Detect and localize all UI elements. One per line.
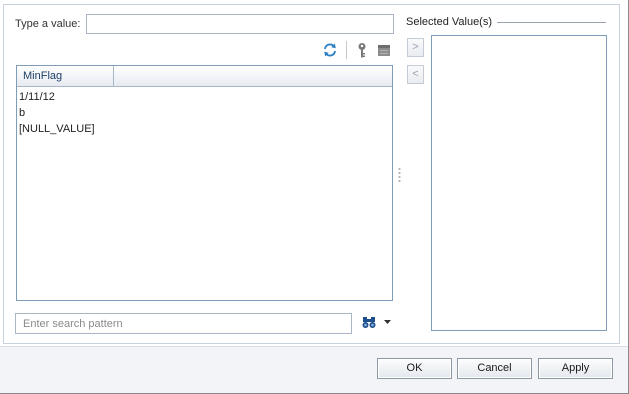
list-header: MinFlag (17, 66, 392, 87)
list-item[interactable]: 1/11/12 (19, 89, 95, 105)
column-header-minflag[interactable]: MinFlag (17, 66, 114, 86)
refresh-icon[interactable] (322, 42, 338, 58)
chevron-down-icon[interactable] (384, 320, 391, 325)
key-icon[interactable] (354, 42, 370, 58)
list-item[interactable]: b (19, 105, 95, 121)
search-input[interactable] (15, 313, 352, 334)
selected-values-list[interactable] (431, 35, 607, 331)
apply-button[interactable]: Apply (538, 358, 613, 379)
selected-values-title: Selected Value(s) (406, 16, 493, 28)
value-label: Type a value: (15, 18, 81, 30)
title-divider (497, 22, 606, 23)
list-rows: 1/11/12 b [NULL_VALUE] (19, 89, 95, 137)
cancel-button[interactable]: Cancel (457, 358, 532, 379)
list-item[interactable]: [NULL_VALUE] (19, 121, 95, 137)
binoculars-icon[interactable] (362, 316, 376, 329)
remove-selected-button[interactable]: < (407, 65, 424, 84)
values-list[interactable]: MinFlag 1/11/12 b [NULL_VALUE] (16, 65, 393, 301)
dialog-footer (0, 346, 628, 393)
ok-button[interactable]: OK (377, 358, 452, 379)
toolbar-separator (346, 41, 347, 59)
add-selected-button[interactable]: > (407, 38, 424, 57)
value-input[interactable] (86, 14, 394, 34)
splitter-handle[interactable] (398, 167, 401, 183)
database-icon[interactable] (376, 42, 392, 58)
